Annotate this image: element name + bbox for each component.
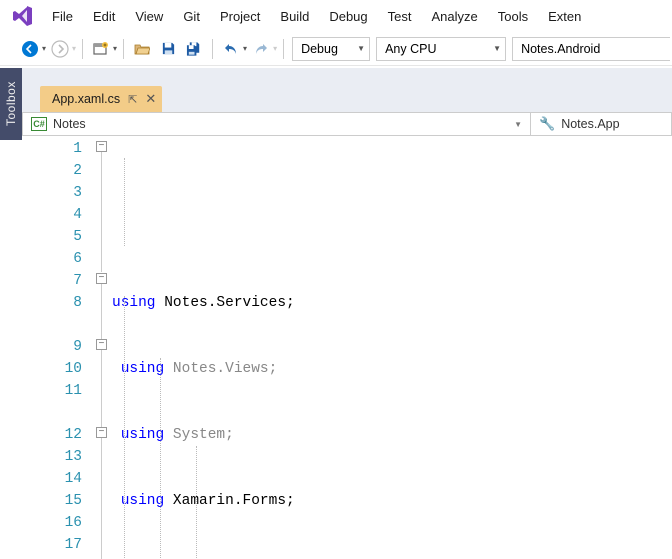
code-nav-bar: C# Notes ▼ 🔧 Notes.App [22, 112, 672, 136]
open-file-button[interactable] [130, 37, 154, 61]
line-number-gutter: 1 2 3 4 5 6 7 8 9 10 11 12 13 14 15 16 1… [22, 136, 94, 559]
menu-extensions[interactable]: Exten [538, 3, 591, 30]
close-icon[interactable]: ✕ [145, 91, 156, 107]
menu-bar: File Edit View Git Project Build Debug T… [0, 0, 672, 32]
document-well: App.xaml.cs ⇱ ✕ C# Notes ▼ 🔧 Notes.App 1… [22, 68, 672, 559]
new-project-button[interactable] [89, 37, 113, 61]
menu-view[interactable]: View [125, 3, 173, 30]
toolbox-label: Toolbox [4, 82, 18, 127]
menu-project[interactable]: Project [210, 3, 270, 30]
menu-edit[interactable]: Edit [83, 3, 125, 30]
undo-button[interactable] [219, 37, 243, 61]
tab-strip: App.xaml.cs ⇱ ✕ [22, 68, 672, 112]
platform-value: Any CPU [385, 42, 436, 56]
csharp-icon: C# [31, 117, 47, 131]
menu-test[interactable]: Test [378, 3, 422, 30]
vs-logo-icon [8, 2, 36, 30]
fold-toggle[interactable]: − [96, 339, 107, 350]
chevron-down-icon: ▼ [514, 120, 522, 129]
config-dropdown[interactable]: Debug ▼ [292, 37, 370, 61]
wrench-icon: 🔧 [539, 116, 555, 132]
fold-toggle[interactable]: − [96, 273, 107, 284]
chevron-down-icon: ▼ [493, 44, 501, 53]
outline-fold-column: − − − − [94, 136, 112, 559]
redo-button[interactable] [249, 37, 273, 61]
nav-class-value: Notes.App [561, 117, 619, 131]
nav-forward-button[interactable] [48, 37, 72, 61]
menu-git[interactable]: Git [173, 3, 210, 30]
code-content[interactable]: using Notes.Services; using Notes.Views;… [112, 136, 672, 559]
nav-back-button[interactable] [18, 37, 42, 61]
toolbox-panel-tab[interactable]: Toolbox [0, 68, 22, 140]
tab-filename: App.xaml.cs [52, 92, 120, 106]
document-tab-active[interactable]: App.xaml.cs ⇱ ✕ [40, 86, 162, 112]
target-value: Notes.Android [521, 42, 600, 56]
nav-project-dropdown[interactable]: C# Notes ▼ [23, 113, 531, 135]
platform-dropdown[interactable]: Any CPU ▼ [376, 37, 506, 61]
save-button[interactable] [156, 37, 180, 61]
nav-project-value: Notes [53, 117, 86, 131]
fold-toggle[interactable]: − [96, 427, 107, 438]
config-value: Debug [301, 42, 338, 56]
pin-icon[interactable]: ⇱ [128, 93, 137, 106]
chevron-down-icon: ▼ [357, 44, 365, 53]
menu-file[interactable]: File [42, 3, 83, 30]
nav-class-dropdown[interactable]: 🔧 Notes.App [531, 113, 671, 135]
menu-build[interactable]: Build [270, 3, 319, 30]
code-editor[interactable]: 1 2 3 4 5 6 7 8 9 10 11 12 13 14 15 16 1… [22, 136, 672, 559]
toolbar: ▾ ▾ ▾ ▾ ▾ Debug ▼ Any CPU ▼ Notes.Androi… [0, 32, 672, 66]
menu-debug[interactable]: Debug [319, 3, 377, 30]
fold-toggle[interactable]: − [96, 141, 107, 152]
menu-tools[interactable]: Tools [488, 3, 538, 30]
startup-target-dropdown[interactable]: Notes.Android [512, 37, 670, 61]
save-all-button[interactable] [182, 37, 206, 61]
menu-analyze[interactable]: Analyze [421, 3, 487, 30]
